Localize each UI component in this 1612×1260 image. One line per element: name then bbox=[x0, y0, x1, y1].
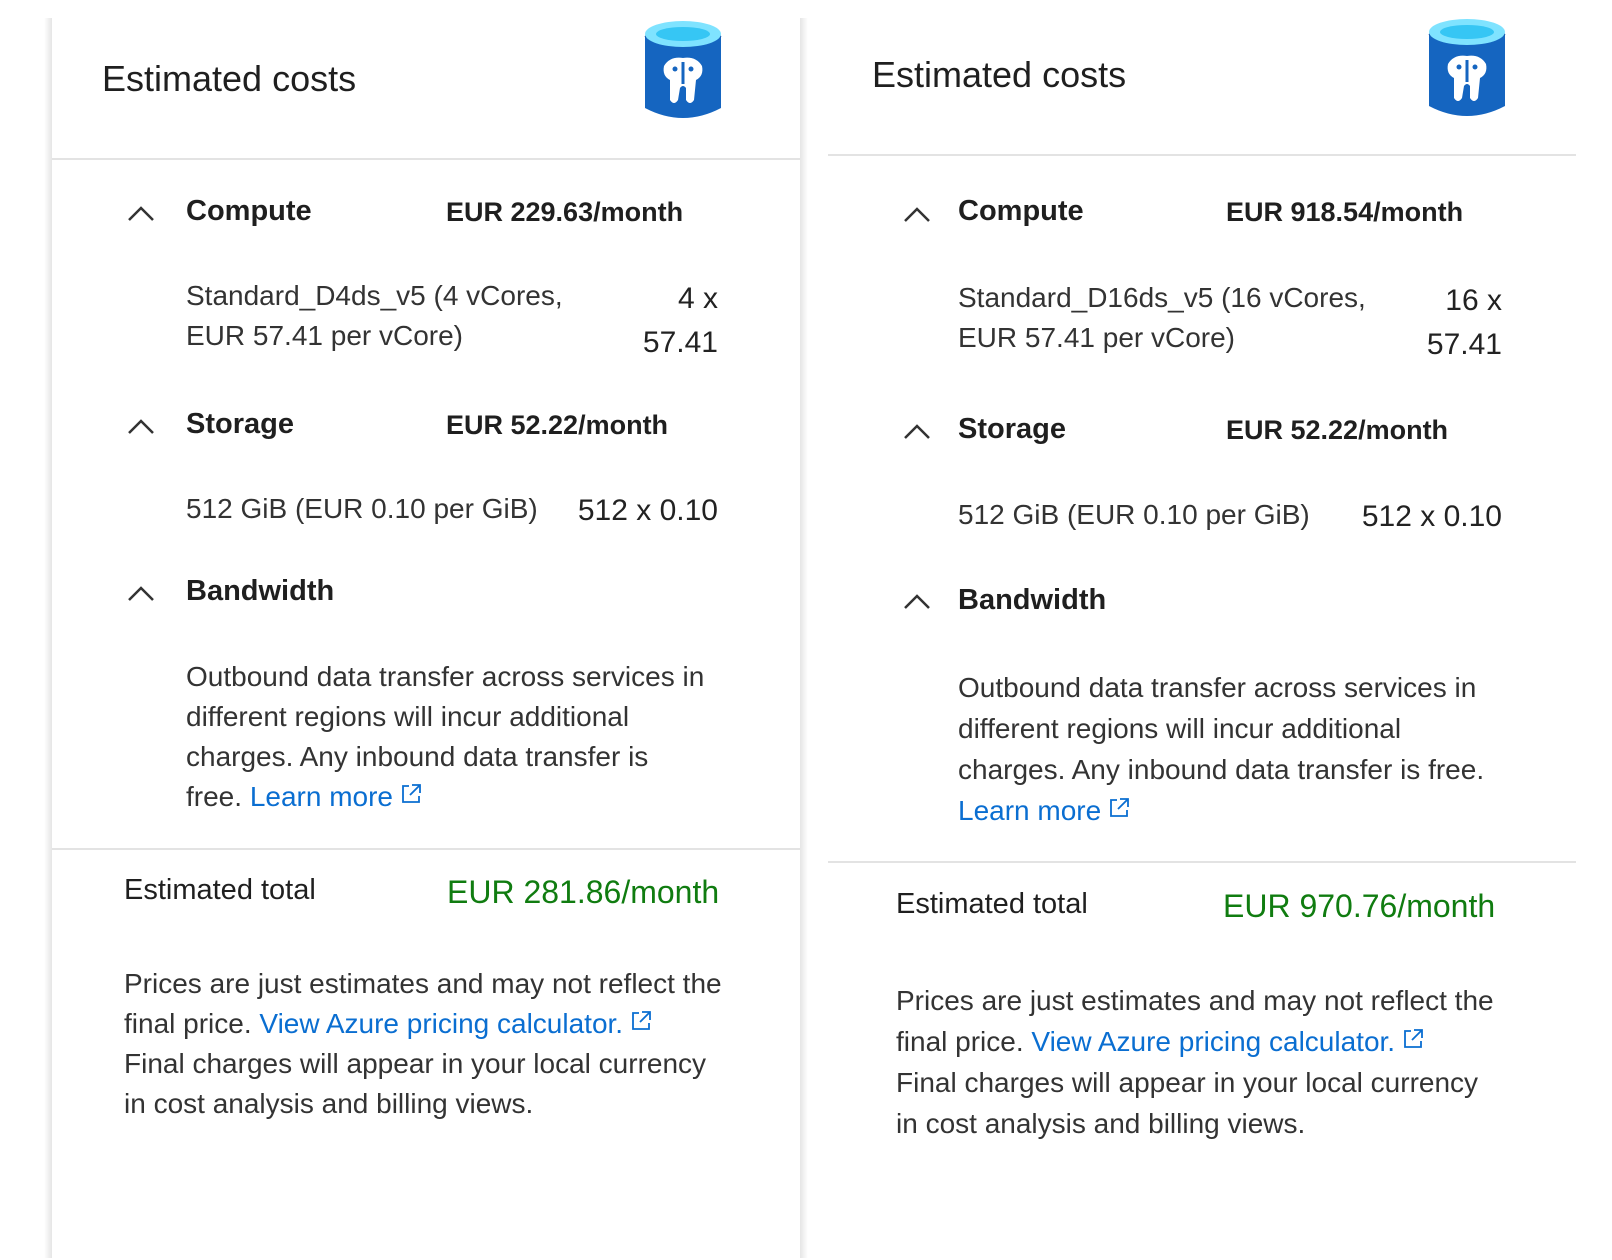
estimated-total-value: EUR 281.86/month bbox=[447, 874, 720, 910]
panel-shadow bbox=[800, 18, 808, 1258]
header-divider bbox=[52, 158, 800, 160]
estimated-total-label: Estimated total bbox=[124, 874, 316, 906]
chevron-up-icon[interactable] bbox=[902, 590, 932, 612]
compute-label[interactable]: Compute bbox=[958, 195, 1084, 228]
storage-label[interactable]: Storage bbox=[186, 408, 294, 441]
chevron-up-icon[interactable] bbox=[126, 202, 156, 224]
learn-more-link[interactable]: Learn more bbox=[958, 795, 1101, 826]
compute-cost: EUR 918.54/month bbox=[1226, 197, 1464, 227]
compute-cost: EUR 229.63/month bbox=[446, 197, 684, 227]
compute-qty-multiplier: 16 x bbox=[1445, 284, 1502, 317]
chevron-up-icon[interactable] bbox=[126, 415, 156, 437]
postgresql-database-icon bbox=[1426, 18, 1508, 127]
storage-qty: 512 x 0.10 bbox=[1361, 500, 1502, 533]
compute-label[interactable]: Compute bbox=[186, 195, 312, 228]
total-divider bbox=[52, 848, 800, 850]
bandwidth-text: Outbound data transfer across services i… bbox=[958, 672, 1485, 785]
storage-label[interactable]: Storage bbox=[958, 413, 1066, 446]
external-link-icon[interactable] bbox=[1401, 1021, 1425, 1062]
external-link-icon[interactable] bbox=[1107, 790, 1131, 831]
bandwidth-label[interactable]: Bandwidth bbox=[958, 584, 1106, 617]
storage-cost: EUR 52.22/month bbox=[1226, 415, 1449, 445]
storage-qty: 512 x 0.10 bbox=[577, 494, 718, 527]
storage-detail: 512 GiB (EUR 0.10 per GiB) bbox=[958, 499, 1310, 530]
panel-shadow bbox=[44, 18, 52, 1258]
learn-more-link[interactable]: Learn more bbox=[250, 781, 393, 812]
chevron-up-icon[interactable] bbox=[126, 582, 156, 604]
estimated-total-value: EUR 970.76/month bbox=[1223, 888, 1496, 924]
bandwidth-label[interactable]: Bandwidth bbox=[186, 575, 334, 608]
estimated-costs-panel-2: Estimated costs Compute EUR 918.54/month… bbox=[828, 18, 1576, 1258]
footnote-billing-text: Final charges will appear in your local … bbox=[896, 1067, 1479, 1139]
estimated-total-label: Estimated total bbox=[896, 888, 1088, 920]
compute-qty-price: 57.41 bbox=[642, 326, 718, 359]
compute-qty-price: 57.41 bbox=[1426, 328, 1502, 361]
pricing-footnote: Prices are just estimates and may not re… bbox=[896, 980, 1496, 1144]
bandwidth-description: Outbound data transfer across services i… bbox=[958, 667, 1498, 831]
pricing-calculator-link[interactable]: View Azure pricing calculator. bbox=[259, 1008, 623, 1039]
external-link-icon[interactable] bbox=[399, 777, 423, 817]
compute-detail: Standard_D16ds_v5 (16 vCores, EUR 57.41 … bbox=[958, 282, 1366, 353]
pricing-calculator-link[interactable]: View Azure pricing calculator. bbox=[1031, 1026, 1395, 1057]
total-divider bbox=[828, 861, 1576, 863]
pricing-footnote: Prices are just estimates and may not re… bbox=[124, 964, 724, 1124]
panel-title: Estimated costs bbox=[102, 58, 357, 99]
bandwidth-description: Outbound data transfer across services i… bbox=[186, 657, 706, 817]
panel-title: Estimated costs bbox=[872, 54, 1127, 95]
footnote-billing-text: Final charges will appear in your local … bbox=[124, 1048, 707, 1119]
storage-detail: 512 GiB (EUR 0.10 per GiB) bbox=[186, 493, 538, 524]
chevron-up-icon[interactable] bbox=[902, 420, 932, 442]
compute-qty-multiplier: 4 x bbox=[677, 282, 718, 315]
external-link-icon[interactable] bbox=[629, 1004, 653, 1044]
postgresql-database-icon bbox=[642, 20, 724, 129]
header-divider bbox=[828, 154, 1576, 156]
estimated-costs-panel-1: Estimated costs Compute EUR 229.63/month… bbox=[52, 18, 800, 1258]
chevron-up-icon[interactable] bbox=[902, 203, 932, 225]
storage-cost: EUR 52.22/month bbox=[446, 410, 669, 440]
compute-detail: Standard_D4ds_v5 (4 vCores, EUR 57.41 pe… bbox=[186, 280, 563, 351]
